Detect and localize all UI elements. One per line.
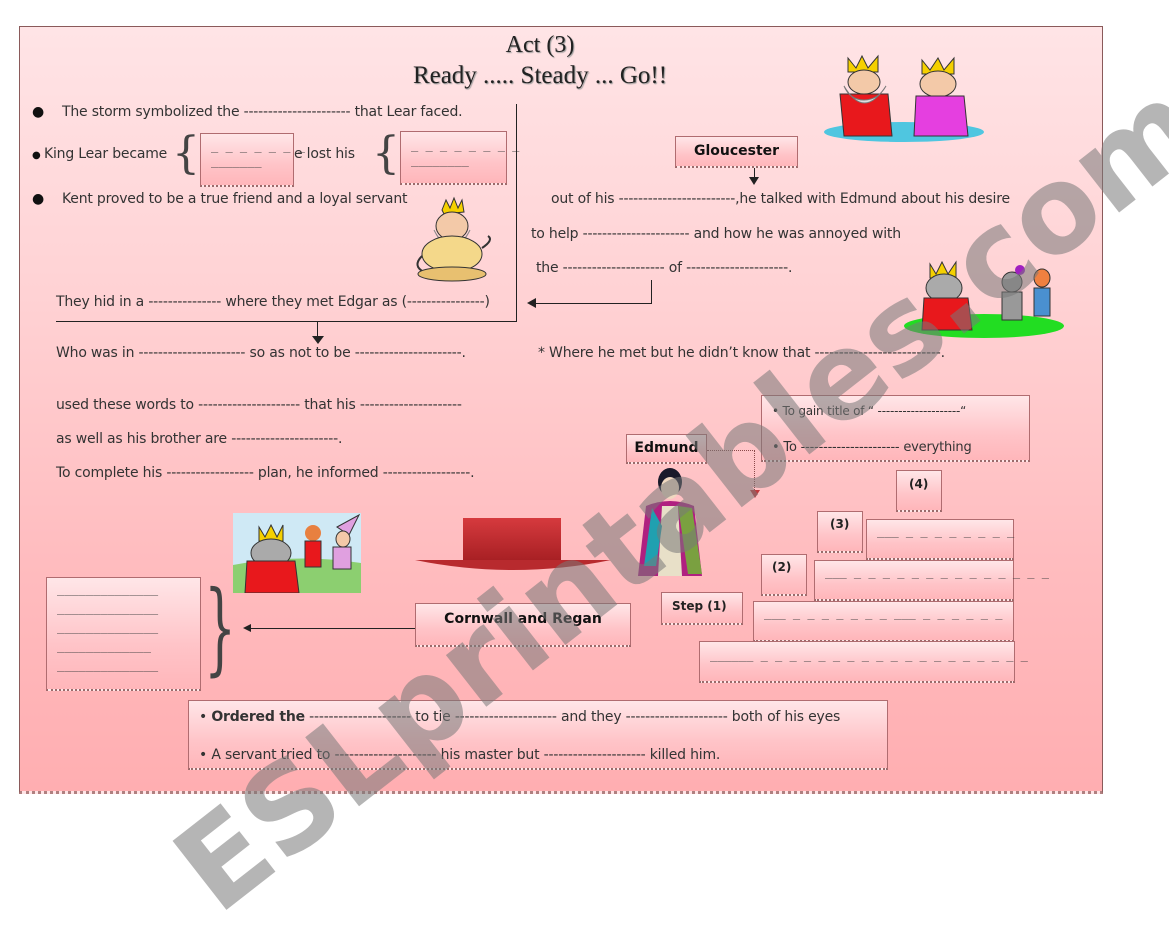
answer-line: ______ _ _ _ _ _ _ _ _ _ _ _ _ _ _ _ _ _… [710, 648, 1028, 662]
servant-text: A servant tried to ---------------------… [211, 747, 721, 763]
two-kings-cartoon [824, 54, 984, 142]
edmund-label: Edmund [634, 440, 699, 456]
storm-sentence: The storm symbolized the ---------------… [62, 104, 463, 120]
gloucester-line3: the --------------------- of -----------… [536, 260, 793, 276]
answer-line: ______________ [57, 582, 159, 596]
arrow-line [754, 450, 755, 492]
brace-icon: { [204, 569, 236, 686]
step-3-label: (3) [830, 517, 850, 531]
ordered-rest-text: --------------------- to tie -----------… [304, 709, 841, 725]
arrow-line [651, 280, 652, 304]
answer-line: ________ [411, 153, 469, 167]
arrow-line [536, 303, 652, 304]
step-1-answer-box[interactable]: ___ _ _ _ _ _ _ _ ___ _ _ _ _ _ _ [753, 601, 1014, 642]
goal-2: • To ---------------------- everything [772, 440, 972, 455]
meditating-king-cartoon [416, 196, 491, 282]
lost-his-text: e lost his [294, 146, 355, 162]
step-3-answer-box[interactable]: ___ _ _ _ _ _ _ _ _ [866, 519, 1014, 560]
cornwall-actions-box: • Ordered the --------------------- to t… [188, 700, 888, 770]
who-was-sentence: Who was in ---------------------- so as … [56, 345, 466, 361]
brace-icon: { [172, 128, 200, 179]
step-1-label: Step (1) [672, 599, 727, 613]
answer-line: _____________ [57, 639, 151, 653]
arrow-down-icon [750, 490, 760, 498]
step-2-answer-box[interactable]: ___ _ _ _ _ _ _ _ _ _ _ _ _ _ _ [814, 560, 1049, 601]
bottom-answer-box[interactable]: ______ _ _ _ _ _ _ _ _ _ _ _ _ _ _ _ _ _… [699, 641, 1028, 683]
bullet-icon: ● [32, 104, 45, 120]
cornwall-regan-box: Cornwall and Regan [415, 603, 631, 647]
middle-line1: used these words to --------------------… [56, 397, 462, 413]
page-title: Act (3) [505, 32, 575, 58]
servant-sentence: • A servant tried to -------------------… [199, 747, 721, 763]
arrow-line [707, 450, 755, 451]
middle-line3: To complete his ------------------ plan,… [56, 465, 475, 481]
edmund-goals-box: • To gain title of “ -------------------… [761, 395, 1030, 462]
arrow-down-icon [312, 336, 324, 344]
gloucester-label: Gloucester [693, 143, 780, 159]
step-1-box: Step (1) [661, 592, 743, 625]
section-divider [56, 321, 517, 322]
answer-box-lost[interactable]: _ _ _ _ _ _ _ _ ________ [400, 131, 519, 185]
middle-line2: as well as his brother are -------------… [56, 431, 343, 447]
answer-line: _ _ _ _ _ _ _ [211, 139, 305, 153]
ordered-bold-text: Ordered the [211, 709, 305, 725]
gloucester-line1: out of his ------------------------,he t… [551, 191, 1010, 207]
ordered-sentence: • Ordered the --------------------- to t… [199, 709, 841, 725]
goal-1: • To gain title of “ -------------------… [772, 404, 967, 418]
king-knight-boy-cartoon [904, 260, 1064, 338]
step-2-box: (2) [761, 554, 807, 596]
brace-icon: { [372, 128, 400, 179]
step-2-label: (2) [772, 560, 792, 574]
king-lear-became-text: King Lear became [44, 146, 168, 162]
edmund-figure [638, 468, 702, 576]
goal-2-text: To ---------------------- everything [783, 440, 972, 455]
bullet-icon: ● [32, 191, 45, 207]
kent-sentence: Kent proved to be a true friend and a lo… [62, 191, 408, 207]
arrow-down-icon [749, 177, 759, 185]
cornwall-regan-label: Cornwall and Regan [444, 611, 602, 627]
answer-line: ___ _ _ _ _ _ _ _ _ _ _ _ _ _ _ [825, 565, 1049, 579]
answer-line: _ _ _ _ _ _ _ _ [411, 138, 520, 152]
bullet-icon: ● [32, 150, 41, 161]
arrow-line [250, 628, 415, 629]
gloucester-box: Gloucester [675, 136, 798, 168]
answer-line: ___ _ _ _ _ _ _ _ _ [877, 524, 1015, 538]
step-3-box: (3) [817, 511, 863, 553]
answer-line: _______ [211, 154, 262, 168]
answer-line: ______________ [57, 601, 159, 615]
hid-sentence: They hid in a --------------- where they… [56, 294, 490, 310]
king-queen-princess-cartoon [233, 513, 361, 593]
answer-box-became[interactable]: _ _ _ _ _ _ _ _______ [200, 133, 305, 187]
gloucester-line2: to help ---------------------- and how h… [531, 226, 901, 242]
step-4-box: (4) [896, 470, 942, 512]
goal-1-text: To gain title of “ --------------------“ [782, 404, 967, 418]
red-arrow-icon [415, 518, 611, 570]
arrow-left-icon [527, 298, 536, 308]
answer-line: ______________ [57, 620, 159, 634]
step-4-label: (4) [909, 477, 929, 491]
cornwall-answer-box[interactable]: ______________ ______________ __________… [46, 577, 201, 691]
answer-line: ___ _ _ _ _ _ _ _ ___ _ _ _ _ _ _ [764, 606, 1003, 620]
edmund-box: Edmund [626, 434, 707, 464]
arrow-left-icon [243, 624, 251, 632]
page-subtitle: Ready ..... Steady ... Go!! [412, 62, 668, 89]
section-divider [516, 104, 517, 322]
gloucester-line4: * Where he met but he didn’t know that -… [538, 345, 945, 361]
answer-line: ______________ [57, 658, 159, 672]
